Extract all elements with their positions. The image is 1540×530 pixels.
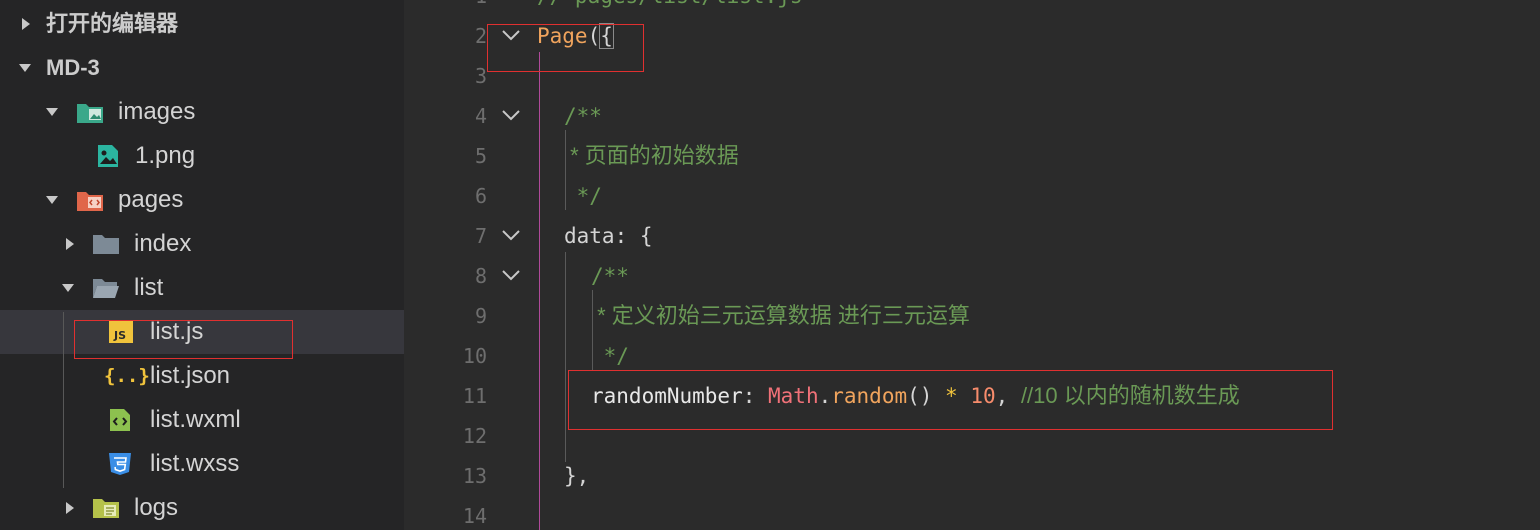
- code-line-7: data: {: [564, 216, 653, 256]
- highlight-box-page: [487, 24, 644, 72]
- indent-guide: [565, 252, 566, 462]
- chevron-down-icon: [19, 64, 31, 72]
- line-number: 5: [474, 144, 487, 168]
- line-number: 9: [474, 304, 487, 328]
- tree-item-label: 1.png: [135, 142, 196, 169]
- line-number: 11: [462, 384, 487, 408]
- chevron-down-icon: [46, 108, 58, 116]
- tree-item-list-json[interactable]: {..} list.json: [0, 354, 404, 398]
- line-number: 2: [474, 24, 487, 48]
- chevron-right-icon: [22, 18, 30, 30]
- tree-item-list-wxml[interactable]: list.wxml: [0, 398, 404, 442]
- project-label: MD-3: [46, 55, 100, 80]
- tree-item-label: list.wxss: [150, 450, 240, 477]
- tree-indent-guide: [63, 312, 64, 488]
- line-number: 12: [462, 424, 487, 448]
- tree-item-label: list.json: [150, 362, 231, 389]
- tree-item-label: images: [118, 98, 196, 125]
- pages-folder-icon: [77, 192, 103, 211]
- tree-item-label: list: [134, 274, 164, 301]
- tree-item-list[interactable]: list: [0, 266, 404, 310]
- line-number: 14: [462, 504, 487, 528]
- tree-item-label: logs: [134, 494, 179, 521]
- code-line-9: * 定义初始三元运算数据 进行三元运算: [591, 303, 970, 328]
- tree-item-1-png[interactable]: 1.png: [0, 134, 404, 178]
- line-number: 7: [474, 224, 487, 248]
- highlight-box-random-number: [568, 370, 1333, 430]
- css-file-icon: [109, 453, 131, 475]
- chevron-right-icon: [66, 238, 74, 250]
- line-number: 4: [474, 104, 487, 128]
- code-editor[interactable]: 1 2 3 4 5 6 7 8 9 10 11 12 13 14 // page…: [405, 0, 1540, 530]
- code-line-4: /**: [564, 104, 602, 128]
- code-line-1: // pages/list/list.js: [537, 0, 803, 16]
- code-line-5: * 页面的初始数据: [564, 143, 739, 168]
- fold-chevron-down-icon[interactable]: [501, 225, 521, 245]
- chevron-down-icon: [62, 284, 74, 292]
- folder-icon: [93, 235, 119, 254]
- tree-item-label: list.wxml: [150, 406, 241, 433]
- code-line-13: },: [564, 464, 590, 488]
- code-line-6: */: [564, 184, 602, 208]
- chevron-right-icon: [66, 502, 74, 514]
- colon: :: [614, 224, 640, 248]
- line-number: 10: [462, 344, 487, 368]
- wxml-file-icon: [110, 409, 130, 431]
- fold-chevron-down-icon[interactable]: [501, 265, 521, 285]
- tree-item-list-wxss[interactable]: list.wxss: [0, 442, 404, 486]
- tree-item-label: index: [134, 230, 192, 257]
- section-open-editors[interactable]: 打开的编辑器: [0, 2, 404, 46]
- image-file-icon: [98, 145, 118, 167]
- line-number: 3: [474, 64, 487, 88]
- bracket-guide: [539, 52, 540, 530]
- tree-item-logs[interactable]: logs: [0, 486, 404, 530]
- image-folder-icon: [77, 104, 103, 123]
- tree-item-images[interactable]: images: [0, 90, 404, 134]
- line-number: 8: [474, 264, 487, 288]
- json-file-icon: {..}: [104, 365, 150, 387]
- highlight-box-list-js: [74, 320, 293, 359]
- tree-item-pages[interactable]: pages: [0, 178, 404, 222]
- data-key: data: [564, 224, 615, 248]
- chevron-down-icon: [46, 196, 58, 204]
- logs-folder-icon: [93, 499, 119, 518]
- folder-open-icon: [93, 279, 119, 298]
- code-line-8: /**: [591, 264, 629, 288]
- line-number: 13: [462, 464, 487, 488]
- tree-item-label: pages: [118, 186, 184, 213]
- explorer-sidebar: 打开的编辑器 MD-3 images 1.png pages index lis…: [0, 0, 404, 530]
- tree-item-index[interactable]: index: [0, 222, 404, 266]
- section-project[interactable]: MD-3: [0, 46, 404, 90]
- fold-chevron-down-icon[interactable]: [501, 105, 521, 125]
- brace: {: [639, 224, 653, 248]
- line-number: 1: [405, 0, 487, 16]
- section-label: 打开的编辑器: [46, 11, 179, 36]
- line-number: 6: [474, 184, 487, 208]
